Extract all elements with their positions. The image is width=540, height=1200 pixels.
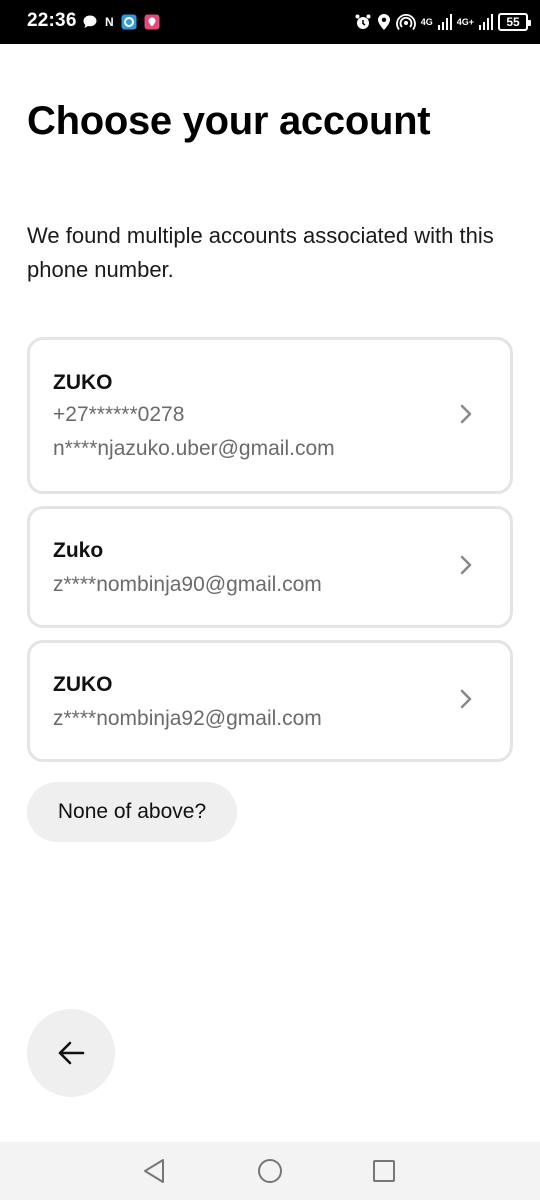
status-time: 22:36 xyxy=(27,10,77,31)
app-notification-icon-2 xyxy=(144,14,160,30)
chevron-right-icon xyxy=(460,555,472,575)
subtitle: We found multiple accounts associated wi… xyxy=(27,223,494,282)
network-label-2: 4G+ xyxy=(456,16,474,27)
account-card-1[interactable]: ZUKO +27******0278 n****njazuko.uber@gma… xyxy=(27,337,513,494)
account-card-3[interactable]: ZUKO z****nombinja92@gmail.com xyxy=(27,640,513,762)
none-of-above-button[interactable]: None of above? xyxy=(27,782,237,842)
page-title: Choose your account xyxy=(27,99,431,143)
app-notification-icon xyxy=(121,14,137,30)
back-button[interactable] xyxy=(27,1009,115,1097)
nav-back-button[interactable] xyxy=(139,1156,169,1186)
account-name: ZUKO xyxy=(53,371,113,394)
nav-home-button[interactable] xyxy=(255,1156,285,1186)
account-name: Zuko xyxy=(53,539,104,562)
account-card-2[interactable]: Zuko z****nombinja90@gmail.com xyxy=(27,506,513,628)
square-recents-icon xyxy=(373,1160,395,1182)
signal-icon-2 xyxy=(479,14,493,30)
account-name: ZUKO xyxy=(53,673,113,696)
chevron-right-icon xyxy=(460,404,472,424)
triangle-back-icon xyxy=(144,1159,164,1183)
battery-icon: 55 xyxy=(498,13,531,31)
status-bar: 22:36 N 4G 4G+ 55 xyxy=(0,0,540,44)
network-label-1: 4G xyxy=(420,16,433,27)
battery-level: 55 xyxy=(506,15,520,29)
signal-icon xyxy=(437,14,452,30)
account-email: z****nombinja90@gmail.com xyxy=(53,573,322,596)
chat-bubble-icon xyxy=(83,15,97,28)
system-navigation-bar xyxy=(0,1142,540,1200)
account-email: n****njazuko.uber@gmail.com xyxy=(53,437,335,460)
account-phone: +27******0278 xyxy=(53,403,185,426)
system-icons: 4G 4G+ 55 xyxy=(354,10,531,34)
notification-n-icon: N xyxy=(105,15,114,29)
alarm-icon xyxy=(355,14,371,29)
nav-recents-button[interactable] xyxy=(369,1156,399,1186)
chevron-right-icon xyxy=(460,689,472,709)
account-email: z****nombinja92@gmail.com xyxy=(53,707,322,730)
location-icon xyxy=(377,14,390,30)
hotspot-icon xyxy=(395,14,416,31)
arrow-left-icon xyxy=(58,1041,85,1065)
notification-icons: N xyxy=(82,11,160,33)
circle-home-icon xyxy=(258,1159,282,1183)
